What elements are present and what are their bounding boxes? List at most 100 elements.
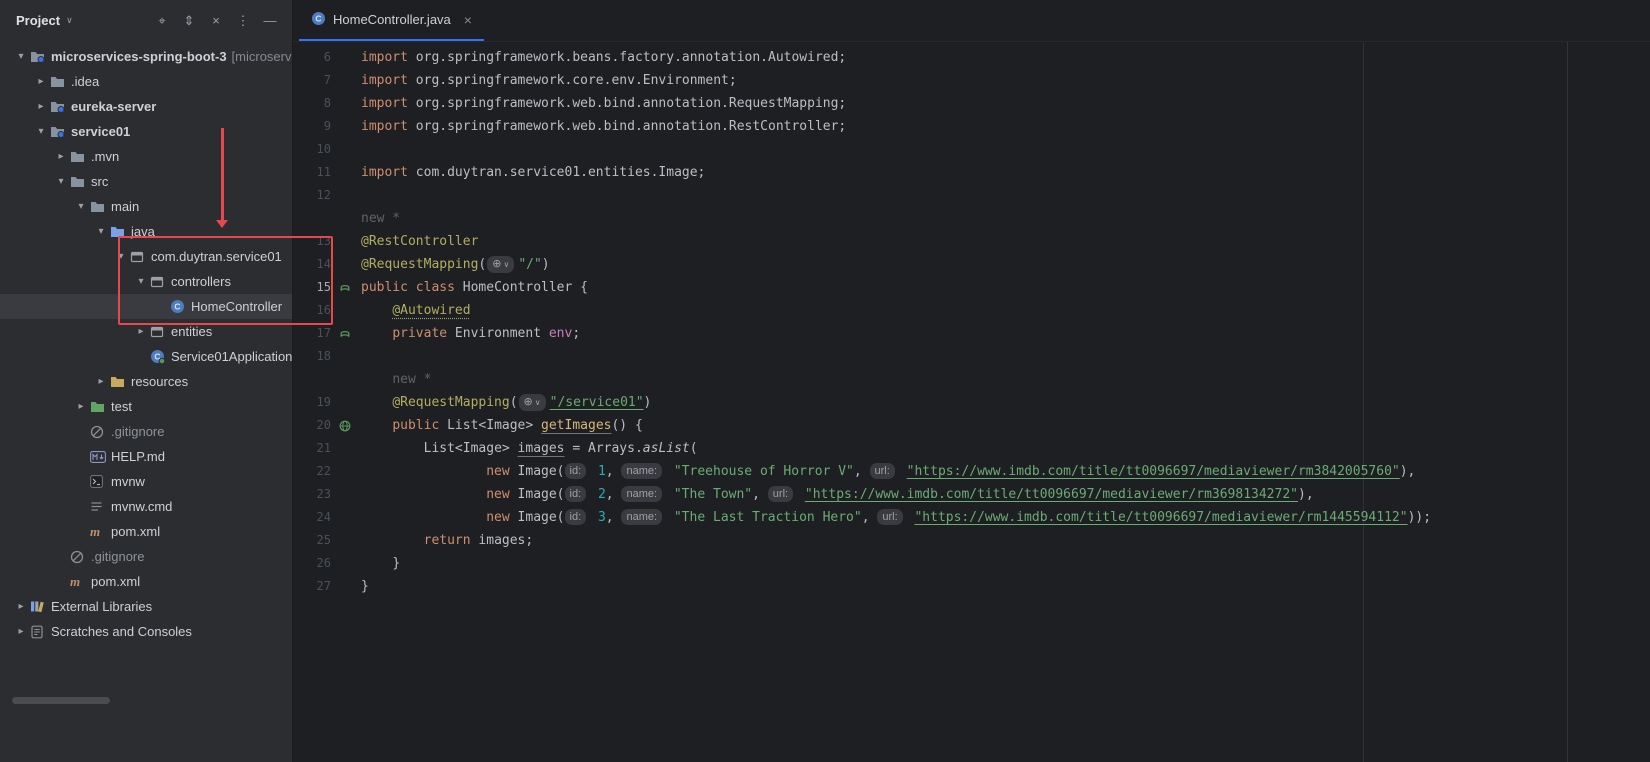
- tree-item-label: .gitignore: [91, 549, 144, 564]
- tree-item-com-duytran-service01[interactable]: ▾com.duytran.service01: [0, 244, 292, 269]
- endpoint-gutter-icon[interactable]: [335, 420, 355, 432]
- tree-item-mvnw[interactable]: mvnw: [0, 469, 292, 494]
- horizontal-scrollbar-thumb[interactable]: [12, 697, 110, 704]
- code-text: public class HomeController {: [361, 276, 588, 299]
- spring-gutter-icon[interactable]: [335, 328, 355, 340]
- chevron-down-icon[interactable]: ▾: [72, 201, 90, 212]
- tree-item-label: pom.xml: [91, 574, 140, 589]
- token-pl: images;: [471, 533, 534, 548]
- tree-item-pom-xml[interactable]: mpom.xml: [0, 569, 292, 594]
- tree-item-main[interactable]: ▾main: [0, 194, 292, 219]
- code-text: @RestController: [361, 230, 478, 253]
- token-num: 3: [598, 510, 606, 525]
- token-pl: [361, 487, 486, 502]
- token-pl: org.springframework.core.env.Environment…: [408, 73, 737, 88]
- code-line-25: 25 return images;: [293, 529, 1650, 552]
- chevron-down-icon[interactable]: ▾: [132, 276, 150, 287]
- line-number: 12: [293, 184, 335, 207]
- chevron-down-icon[interactable]: ▾: [112, 251, 130, 262]
- editor-tab-homecontroller[interactable]: C HomeController.java ×: [299, 0, 484, 41]
- code-text: public List<Image> getImages() {: [361, 414, 643, 437]
- tree-item-scratches-and-consoles[interactable]: ▸Scratches and Consoles: [0, 619, 292, 644]
- code-line-8: 8import org.springframework.web.bind.ann…: [293, 92, 1650, 115]
- token-pl: [361, 533, 424, 548]
- tree-item-controllers[interactable]: ▾controllers: [0, 269, 292, 294]
- more-options-icon[interactable]: ⋮: [235, 13, 251, 29]
- code-text: import org.springframework.web.bind.anno…: [361, 115, 846, 138]
- spring-gutter-icon[interactable]: [335, 282, 355, 294]
- chevron-right-icon[interactable]: ▸: [12, 626, 30, 637]
- tree-item-label: pom.xml: [111, 524, 160, 539]
- package-icon: [130, 250, 151, 263]
- token-ann: @RequestMapping: [392, 395, 509, 410]
- tab-close-icon[interactable]: ×: [464, 12, 472, 28]
- chevron-right-icon[interactable]: ▸: [92, 376, 110, 387]
- tree-item-src[interactable]: ▾src: [0, 169, 292, 194]
- parameter-hint-inlay: url:: [768, 486, 793, 502]
- chevron-right-icon[interactable]: ▸: [52, 151, 70, 162]
- chevron-down-icon[interactable]: ▾: [92, 226, 110, 237]
- package-icon: [150, 325, 171, 338]
- tree-item-entities[interactable]: ▸entities: [0, 319, 292, 344]
- tree-item-pom-xml[interactable]: mpom.xml: [0, 519, 292, 544]
- token-pl: [361, 395, 392, 410]
- tree-item-homecontroller[interactable]: CHomeController: [0, 294, 292, 319]
- chevron-down-icon[interactable]: ▾: [32, 126, 50, 137]
- code-text: new Image(id: 1, name: "Treehouse of Hor…: [361, 460, 1415, 483]
- tree-item-test[interactable]: ▸test: [0, 394, 292, 419]
- token-pl: }: [361, 579, 369, 594]
- tree-item-microservices-spring-boot-3[interactable]: ▾microservices-spring-boot-3[microservic…: [0, 44, 292, 69]
- tree-item-idea[interactable]: ▸.idea: [0, 69, 292, 94]
- token-pl: [361, 303, 392, 318]
- parameter-hint-inlay: url:: [877, 509, 902, 525]
- code-line-22: 22 new Image(id: 1, name: "Treehouse of …: [293, 460, 1650, 483]
- token-pl: com.duytran.service01.entities.Image;: [408, 165, 705, 180]
- collapse-all-icon[interactable]: ×: [208, 13, 224, 29]
- chevron-down-icon[interactable]: ▾: [52, 176, 70, 187]
- locate-file-icon[interactable]: ⌖: [154, 13, 170, 29]
- token-pl: ,: [606, 510, 622, 525]
- token-pl: [666, 464, 674, 479]
- token-pl: org.springframework.beans.factory.annota…: [408, 50, 846, 65]
- tree-item-gitignore[interactable]: .gitignore: [0, 544, 292, 569]
- endpoint-globe-inlay[interactable]: ⊕∨: [519, 394, 546, 411]
- token-link: "https://www.imdb.com/title/tt0096697/me…: [805, 487, 1298, 502]
- tree-item-label: microservices-spring-boot-3: [51, 49, 227, 64]
- tree-item-mvn[interactable]: ▸.mvn: [0, 144, 292, 169]
- token-pl: [590, 487, 598, 502]
- tree-item-gitignore[interactable]: .gitignore: [0, 419, 292, 444]
- tree-item-help-md[interactable]: HELP.md: [0, 444, 292, 469]
- expand-collapse-icon[interactable]: ⇕: [181, 13, 197, 29]
- token-pl: [361, 372, 392, 387]
- chevron-right-icon[interactable]: ▸: [32, 101, 50, 112]
- token-kw: public: [361, 280, 408, 295]
- tree-item-mvnw-cmd[interactable]: mvnw.cmd: [0, 494, 292, 519]
- editor-area: C HomeController.java × 6import org.spri…: [293, 0, 1650, 762]
- tree-item-external-libraries[interactable]: ▸External Libraries: [0, 594, 292, 619]
- tree-item-service01[interactable]: ▾ service01: [0, 119, 292, 144]
- code-editor[interactable]: 6import org.springframework.beans.factor…: [293, 43, 1650, 762]
- console-icon: [90, 475, 111, 488]
- project-tool-window: Project ∨ ⌖ ⇕ × ⋮ — ▾ microservices-spring-bo…: [0, 0, 293, 762]
- endpoint-globe-inlay[interactable]: ⊕∨: [487, 256, 514, 273]
- folder-icon: [70, 175, 91, 188]
- chevron-down-icon[interactable]: ▾: [12, 51, 30, 62]
- code-text: new *: [361, 207, 400, 230]
- hide-panel-icon[interactable]: —: [262, 13, 278, 29]
- token-num: 2: [598, 487, 606, 502]
- tree-item-resources[interactable]: ▸resources: [0, 369, 292, 394]
- maven-icon: m: [70, 574, 91, 590]
- chevron-right-icon[interactable]: ▸: [72, 401, 90, 412]
- code-line-17: 17 private Environment env;: [293, 322, 1650, 345]
- token-field: env: [549, 326, 572, 341]
- tree-item-eureka-server[interactable]: ▸eureka-server: [0, 94, 292, 119]
- tree-item-service01application[interactable]: CService01Application: [0, 344, 292, 369]
- tree-item-java[interactable]: ▾java: [0, 219, 292, 244]
- chevron-right-icon[interactable]: ▸: [32, 76, 50, 87]
- token-pl: [361, 556, 392, 571]
- class-main-icon: C: [150, 349, 171, 364]
- chevron-right-icon[interactable]: ▸: [12, 601, 30, 612]
- tree-item-label: service01: [71, 124, 130, 139]
- project-view-selector[interactable]: Project ∨: [16, 13, 73, 28]
- chevron-right-icon[interactable]: ▸: [132, 326, 150, 337]
